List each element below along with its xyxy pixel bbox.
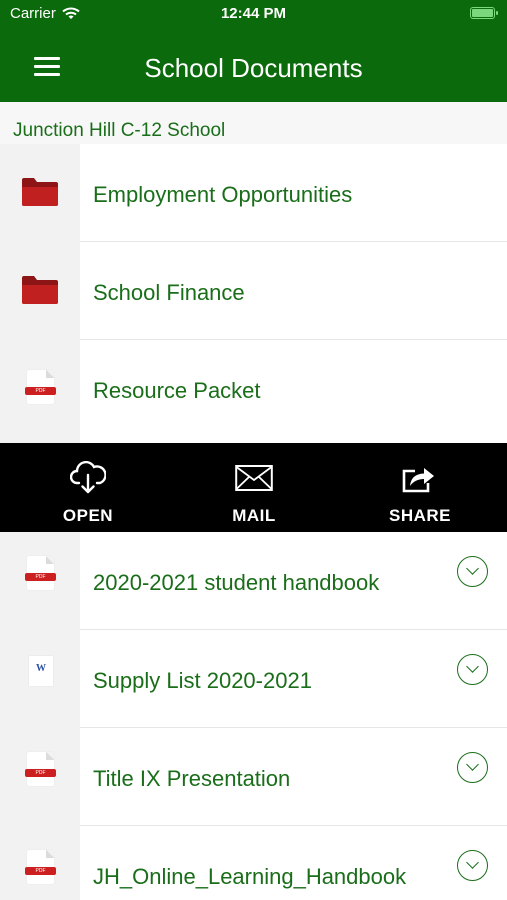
- row-icon-column: PDF: [0, 728, 80, 826]
- pdf-file-icon: PDF: [25, 752, 56, 786]
- list-item[interactable]: School Finance: [0, 242, 507, 340]
- document-label: 2020-2021 student handbook: [93, 570, 380, 595]
- document-label: School Finance: [93, 280, 245, 305]
- folder-icon: [22, 178, 58, 206]
- cloud-download-icon: [70, 461, 106, 494]
- document-label: JH_Online_Learning_Handbook: [93, 864, 407, 889]
- chevron-down-icon[interactable]: [457, 654, 488, 685]
- mail-label: MAIL: [232, 506, 276, 525]
- row-icon-column: [0, 144, 80, 242]
- chevron-down-icon[interactable]: [457, 556, 488, 587]
- pdf-file-icon: PDF: [25, 556, 56, 590]
- word-tag: W: [36, 663, 46, 674]
- open-button[interactable]: OPEN: [28, 443, 148, 532]
- status-bar: Carrier 12:44 PM: [0, 0, 507, 28]
- document-label: Supply List 2020-2021: [93, 668, 312, 693]
- pdf-tag: PDF: [25, 867, 56, 875]
- word-file-icon: W: [29, 656, 53, 686]
- share-label: SHARE: [388, 506, 451, 525]
- document-label: Resource Packet: [93, 378, 261, 403]
- chevron-down-icon[interactable]: [457, 752, 488, 783]
- row-icon-column: PDF: [0, 340, 80, 443]
- document-action-bar: OPEN MAIL SHARE: [0, 443, 507, 532]
- mail-button[interactable]: MAIL: [194, 443, 314, 532]
- folder-icon: [22, 276, 58, 304]
- pdf-tag: PDF: [25, 387, 56, 395]
- pdf-file-icon: PDF: [25, 370, 56, 404]
- list-item[interactable]: PDF Title IX Presentation: [0, 728, 507, 826]
- battery-icon: [470, 7, 498, 19]
- school-section-header: Junction Hill C-12 School: [0, 102, 507, 144]
- open-label: OPEN: [62, 506, 114, 525]
- document-label: Employment Opportunities: [93, 182, 353, 207]
- row-icon-column: PDF: [0, 532, 80, 630]
- row-icon-column: [0, 242, 80, 340]
- document-label: Title IX Presentation: [93, 766, 291, 791]
- pdf-tag: PDF: [25, 769, 56, 777]
- share-button[interactable]: SHARE: [360, 443, 480, 532]
- app-header: Carrier 12:44 PM School Documents: [0, 0, 507, 102]
- list-item[interactable]: W Supply List 2020-2021: [0, 630, 507, 728]
- chevron-down-icon[interactable]: [457, 850, 488, 881]
- row-icon-column: W: [0, 630, 80, 728]
- list-item[interactable]: PDF Resource Packet: [0, 340, 507, 443]
- page-title: School Documents: [144, 53, 363, 83]
- list-item[interactable]: PDF 2020-2021 student handbook: [0, 532, 507, 630]
- row-icon-column: PDF: [0, 826, 80, 900]
- list-item[interactable]: Employment Opportunities: [0, 144, 507, 242]
- school-name: Junction Hill C-12 School: [13, 120, 226, 141]
- envelope-icon: [235, 465, 273, 491]
- share-icon: [402, 468, 434, 493]
- status-time: 12:44 PM: [220, 5, 287, 22]
- pdf-tag: PDF: [25, 573, 56, 581]
- list-item[interactable]: PDF JH_Online_Learning_Handbook: [0, 826, 507, 900]
- pdf-file-icon: PDF: [25, 850, 56, 884]
